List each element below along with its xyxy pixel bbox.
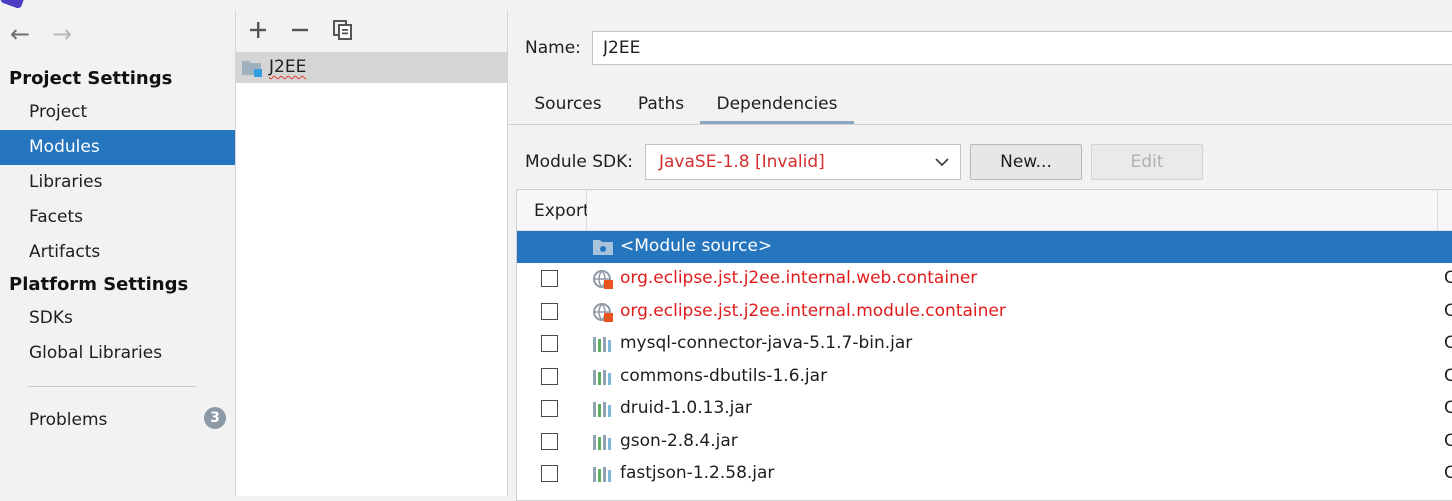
problems-count-badge: 3: [204, 407, 226, 429]
forward-arrow-icon[interactable]: →: [48, 22, 76, 48]
dependency-row[interactable]: mysql-connector-java-5.1.7-bin.jar C: [517, 328, 1452, 360]
edit-sdk-button[interactable]: Edit: [1091, 144, 1203, 180]
module-folder-icon: [242, 61, 262, 77]
settings-sidebar: ← → Project Settings Project Modules Lib…: [0, 10, 236, 496]
new-sdk-button[interactable]: New...: [970, 144, 1082, 180]
module-detail-panel: Name: Sources Paths Dependencies Module …: [508, 10, 1452, 501]
name-label: Name:: [525, 38, 581, 58]
library-jar-icon: [593, 402, 611, 417]
tab-dependencies[interactable]: Dependencies: [700, 93, 854, 124]
module-sdk-dropdown[interactable]: JavaSE-1.8 [Invalid]: [645, 144, 961, 180]
nav-item-global-libraries[interactable]: Global Libraries: [0, 336, 235, 371]
module-list-panel: J2EE: [236, 10, 508, 496]
dependency-scope: C: [1444, 366, 1452, 386]
nav-item-libraries[interactable]: Libraries: [0, 165, 235, 200]
library-jar-icon: [593, 435, 611, 450]
title-bar: [0, 0, 1452, 10]
dependency-scope: C: [1444, 431, 1452, 451]
dependency-scope: C: [1444, 301, 1452, 321]
library-jar-icon: [593, 337, 611, 352]
dependency-row[interactable]: gson-2.8.4.jar C: [517, 426, 1452, 458]
scope-column-header[interactable]: [1438, 190, 1452, 231]
nav-divider: [28, 386, 196, 387]
add-icon[interactable]: [244, 16, 272, 44]
dependency-scope: C: [1444, 398, 1452, 418]
dependency-label: org.eclipse.jst.j2ee.internal.web.contai…: [620, 268, 978, 288]
library-jar-icon: [593, 370, 611, 385]
nav-item-facets[interactable]: Facets: [0, 200, 235, 235]
nav-item-modules[interactable]: Modules: [0, 130, 235, 165]
nav-item-problems[interactable]: Problems: [0, 403, 235, 438]
copy-icon[interactable]: [329, 16, 357, 44]
project-settings-header: Project Settings: [9, 68, 173, 89]
dependency-label: org.eclipse.jst.j2ee.internal.module.con…: [620, 301, 1006, 321]
module-row-j2ee[interactable]: J2EE: [236, 52, 507, 83]
tab-sources[interactable]: Sources: [530, 93, 606, 124]
dependency-row[interactable]: druid-1.0.13.jar C: [517, 393, 1452, 425]
dependency-row[interactable]: org.eclipse.jst.j2ee.internal.web.contai…: [517, 263, 1452, 295]
dependency-row-module-source[interactable]: <Module source>: [517, 231, 1452, 263]
dependency-label: fastjson-1.2.58.jar: [620, 463, 775, 483]
dependency-label: commons-dbutils-1.6.jar: [620, 366, 828, 386]
export-checkbox[interactable]: [541, 465, 558, 482]
dependency-row[interactable]: org.eclipse.jst.j2ee.internal.module.con…: [517, 296, 1452, 328]
chevron-down-icon: [935, 158, 949, 167]
export-checkbox[interactable]: [541, 303, 558, 320]
dependency-label: <Module source>: [620, 236, 773, 256]
nav-item-project[interactable]: Project: [0, 95, 235, 130]
module-name: J2EE: [269, 57, 307, 77]
module-tabs: Sources Paths Dependencies: [508, 86, 1452, 125]
app-logo-icon: [0, 0, 27, 10]
module-sdk-label: Module SDK:: [525, 152, 633, 172]
module-source-folder-icon: [593, 240, 613, 255]
export-checkbox[interactable]: [541, 270, 558, 287]
module-sdk-value: JavaSE-1.8 [Invalid]: [659, 152, 825, 172]
export-checkbox[interactable]: [541, 433, 558, 450]
dependency-column-header[interactable]: [587, 190, 1438, 231]
web-container-globe-icon: [593, 270, 613, 289]
module-name-input[interactable]: [592, 31, 1452, 65]
export-checkbox[interactable]: [541, 400, 558, 417]
platform-settings-header: Platform Settings: [9, 274, 189, 295]
dependency-label: mysql-connector-java-5.1.7-bin.jar: [620, 333, 913, 353]
dependencies-table: Export <Module source> org.eclipse.jst.j…: [516, 189, 1452, 501]
export-checkbox[interactable]: [541, 368, 558, 385]
module-container-globe-icon: [593, 303, 613, 322]
dependency-scope: C: [1444, 463, 1452, 483]
dependency-label: druid-1.0.13.jar: [620, 398, 752, 418]
nav-item-sdks[interactable]: SDKs: [0, 301, 235, 336]
nav-item-artifacts[interactable]: Artifacts: [0, 235, 235, 270]
export-column-header[interactable]: Export: [517, 190, 590, 231]
dependency-scope: C: [1444, 333, 1452, 353]
dependency-row[interactable]: commons-dbutils-1.6.jar C: [517, 361, 1452, 393]
dependency-scope: C: [1444, 268, 1452, 288]
remove-icon[interactable]: [286, 16, 314, 44]
dependency-row[interactable]: fastjson-1.2.58.jar C: [517, 458, 1452, 490]
dependency-label: gson-2.8.4.jar: [620, 431, 738, 451]
export-header-label: Export: [534, 201, 590, 221]
library-jar-icon: [593, 467, 611, 482]
back-arrow-icon[interactable]: ←: [6, 22, 34, 48]
module-list-toolbar: [236, 10, 507, 52]
tab-paths[interactable]: Paths: [632, 93, 690, 124]
export-checkbox[interactable]: [541, 335, 558, 352]
